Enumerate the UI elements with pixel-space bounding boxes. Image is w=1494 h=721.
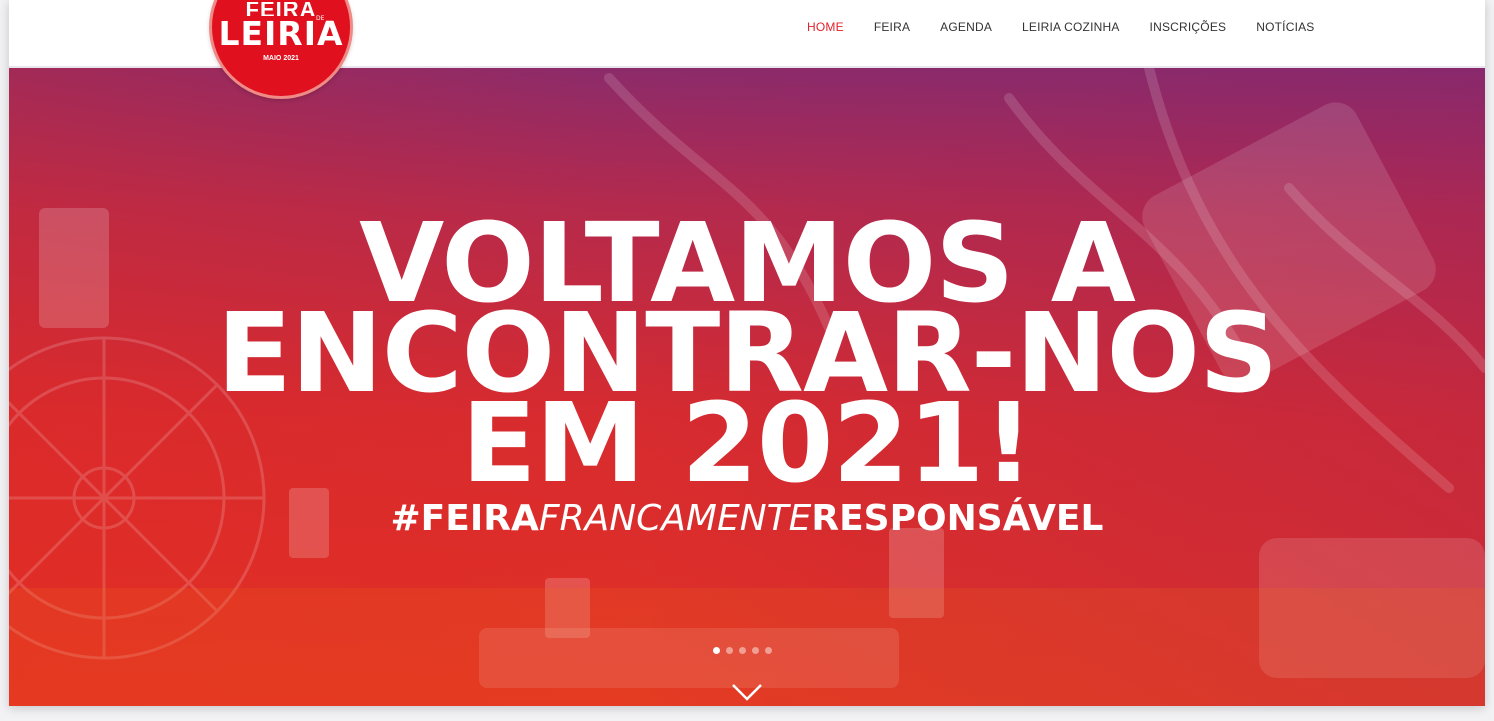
hero-slider: VOLTAMOS A ENCONTRAR-NOS EM 2021! #FEIRA… bbox=[9, 68, 1485, 706]
main-navigation: HOME FEIRA AGENDA LEIRIA COZINHA INSCRIÇ… bbox=[807, 20, 1315, 34]
slide-dot-5[interactable] bbox=[765, 647, 772, 654]
nav-inscricoes[interactable]: INSCRIÇÕES bbox=[1150, 20, 1227, 34]
browser-viewport: HOME FEIRA AGENDA LEIRIA COZINHA INSCRIÇ… bbox=[9, 0, 1485, 706]
slide-dot-4[interactable] bbox=[752, 647, 759, 654]
nav-agenda[interactable]: AGENDA bbox=[940, 20, 992, 34]
slide-dot-3[interactable] bbox=[739, 647, 746, 654]
slider-pagination bbox=[713, 647, 778, 654]
hashtag-francamente: FRANCAMENTE bbox=[538, 498, 812, 539]
logo-leiria-text: LEIRIA bbox=[218, 14, 344, 53]
hashtag-feira: #FEIRA bbox=[390, 498, 539, 539]
nav-home[interactable]: HOME bbox=[807, 20, 844, 34]
slide-dot-1[interactable] bbox=[713, 647, 720, 654]
chevron-down-icon[interactable] bbox=[731, 682, 763, 702]
nav-noticias[interactable]: NOTÍCIAS bbox=[1256, 20, 1314, 34]
nav-feira[interactable]: FEIRA bbox=[874, 20, 910, 34]
hero-headline: VOLTAMOS A ENCONTRAR-NOS EM 2021! bbox=[9, 208, 1485, 498]
slide-dot-2[interactable] bbox=[726, 647, 733, 654]
hero-hashtag: #FEIRAFRANCAMENTERESPONSÁVEL bbox=[9, 497, 1485, 541]
logo-date-text: MAIO 2021 bbox=[263, 55, 299, 62]
hashtag-responsavel: RESPONSÁVEL bbox=[811, 498, 1104, 539]
nav-leiria-cozinha[interactable]: LEIRIA COZINHA bbox=[1022, 20, 1120, 34]
